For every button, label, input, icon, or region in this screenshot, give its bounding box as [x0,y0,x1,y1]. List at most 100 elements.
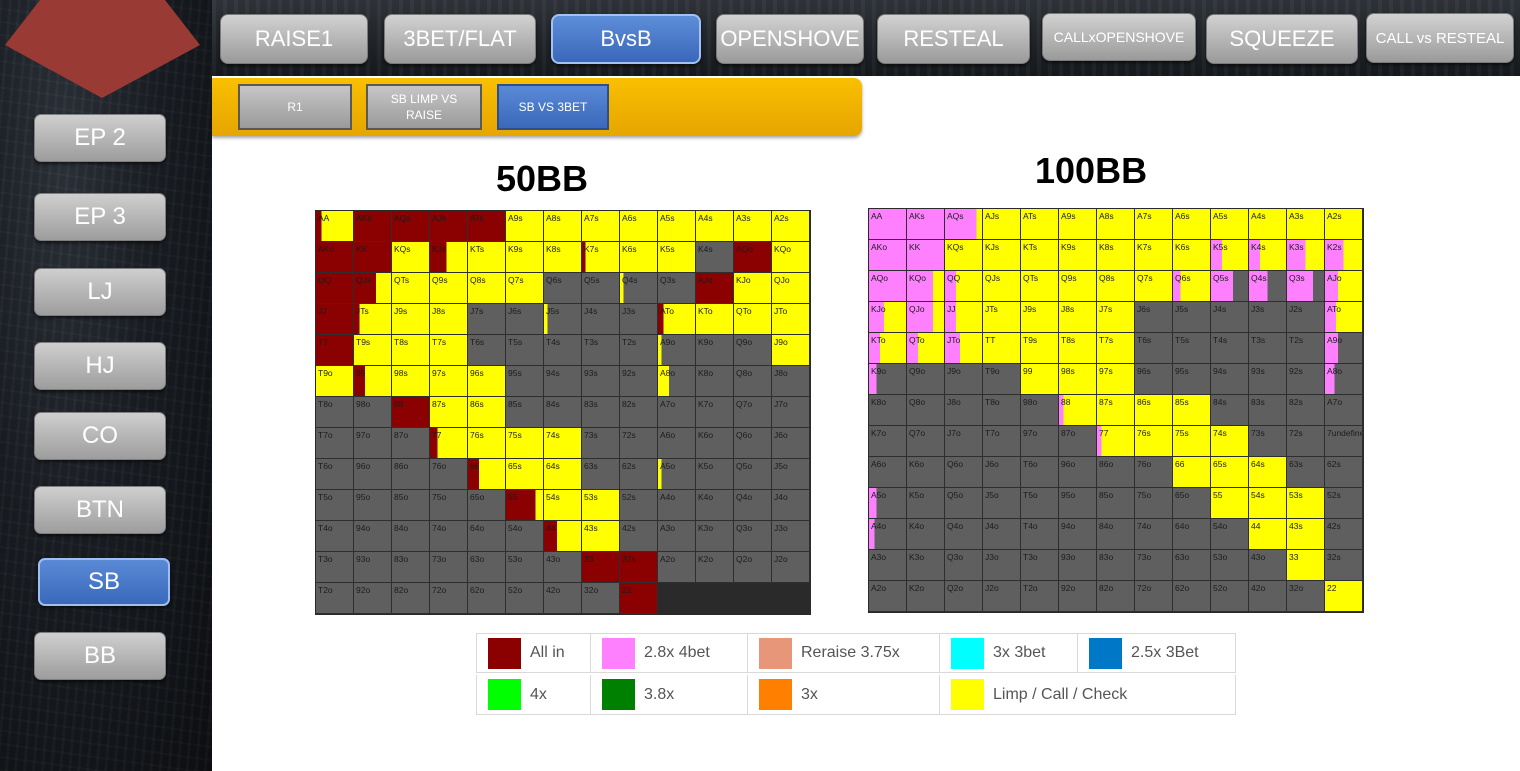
hand-label: ATo [660,306,675,316]
hand-cell: 96o [354,459,392,490]
tab-openshove[interactable]: OPENSHOVE [716,14,864,64]
hand-label: K9o [871,366,887,376]
hand-label: AKs [356,213,372,223]
hand-cell: 52o [1211,581,1249,612]
sidebar-item-ep3[interactable]: EP 3 [34,193,166,241]
hand-cell: 98o [1021,395,1059,426]
hand-cell: 75o [430,490,468,521]
hand-cell: 87s [1097,395,1135,426]
hand-cell: K2o [696,552,734,583]
tab-call-vs-resteal[interactable]: CALL vs RESTEAL [1366,13,1514,63]
hand-label: A2o [871,583,887,593]
hand-label: KQo [774,244,792,254]
hand-cell: KJo [734,273,772,304]
hand-label: AJo [1327,273,1342,283]
hand-cell: T6o [316,459,354,490]
sidebar-item-ep2[interactable]: EP 2 [34,114,166,162]
tab-3bet-flat[interactable]: 3BET/FLAT [384,14,536,64]
sidebar-item-btn[interactable]: BTN [34,486,166,534]
hand-label: K4o [698,492,714,502]
hand-cell: 63o [468,552,506,583]
tab-callxopenshove[interactable]: CALLxOPENSHOVE [1042,13,1196,61]
hand-cell: QQ [945,271,983,302]
hand-cell: J5s [544,304,582,335]
sidebar-item-sb[interactable]: SB [38,558,170,606]
hand-label: 72o [432,585,447,595]
hand-label: Q4s [622,275,638,285]
hand-cell: KQo [907,271,945,302]
hand-cell: A6s [1173,209,1211,240]
hand-label: 96s [1137,366,1151,376]
hand-label: Q6o [736,430,753,440]
hand-label: A4s [698,213,713,223]
hand-label: KJo [736,275,751,285]
subtab-r1[interactable]: R1 [238,84,352,130]
hand-label: 75s [1175,428,1189,438]
hand-label: T8s [394,337,409,347]
sidebar-item-bb[interactable]: BB [34,632,166,680]
hand-cell: Q5s [1211,271,1249,302]
hand-cell: 98s [1059,364,1097,395]
hand-cell: 72s [1287,426,1325,457]
hand-label: T3o [1023,552,1038,562]
hand-label: 86o [1099,459,1114,469]
legend-item: Limp / Call / Check [940,675,1236,715]
sidebar-item-lj[interactable]: LJ [34,268,166,316]
hand-cell: Q8s [468,273,506,304]
hand-label: 98o [356,399,371,409]
hand-label: 83s [584,399,598,409]
hand-label: A8s [546,213,561,223]
hand-label: J5o [985,490,999,500]
legend-swatch [951,679,984,710]
hand-label: T3s [1251,335,1266,345]
hand-label: 82s [1289,397,1303,407]
subtab-sb-vs-3bet[interactable]: SB VS 3BET [497,84,609,130]
hand-cell: 65o [468,490,506,521]
hand-cell: 65s [1211,457,1249,488]
hand-cell: 95s [1173,364,1211,395]
hand-cell: J3o [772,521,810,552]
hand-label: 98s [394,368,408,378]
hand-label: 53o [1213,552,1228,562]
hand-cell: A7s [1135,209,1173,240]
hand-label: A8s [1099,211,1114,221]
hand-cell: 22 [1325,581,1363,612]
hand-label: A7s [584,213,599,223]
hand-label: K9s [1061,242,1076,252]
hand-label: 86o [394,461,409,471]
hand-label: Q7o [736,399,753,409]
hand-label: Q4o [736,492,753,502]
sidebar-item-co[interactable]: CO [34,412,166,460]
hand-label: 62s [622,461,636,471]
hand-label: KTs [470,244,485,254]
tab-resteal[interactable]: RESTEAL [877,14,1030,64]
hand-label: 96s [470,368,484,378]
tab-bvsb[interactable]: BvsB [551,14,701,64]
sidebar-item-hj[interactable]: HJ [34,342,166,390]
hand-cell: Q3o [734,521,772,552]
hand-cell: K9o [696,335,734,366]
legend-swatch [759,637,792,669]
hand-cell: KJo [869,302,907,333]
hand-cell: 74o [1135,519,1173,550]
tab-raise1[interactable]: RAISE1 [220,14,368,64]
subtab-sb-limp-vs-raise[interactable]: SB LIMP VS RAISE [366,84,482,130]
hand-cell: K8s [544,242,582,273]
hand-label: AQs [394,213,411,223]
hand-cell: 52s [1325,488,1363,519]
hand-label: 84o [1099,521,1114,531]
hand-label: Q3o [736,523,753,533]
hand-cell: J5o [983,488,1021,519]
hand-label: QTs [1023,273,1039,283]
hand-label: AJs [432,213,447,223]
hand-cell: ATs [468,211,506,242]
hand-label: JTo [774,306,788,316]
hand-cell: 97o [1021,426,1059,457]
hand-cell: AQs [945,209,983,240]
tab-squeeze[interactable]: SQUEEZE [1206,14,1358,64]
hand-label: AKs [909,211,925,221]
legend-swatch [488,637,521,669]
hand-cell: 64o [468,521,506,552]
hand-label: 22 [622,585,632,595]
hand-cell: A8o [1325,364,1363,395]
